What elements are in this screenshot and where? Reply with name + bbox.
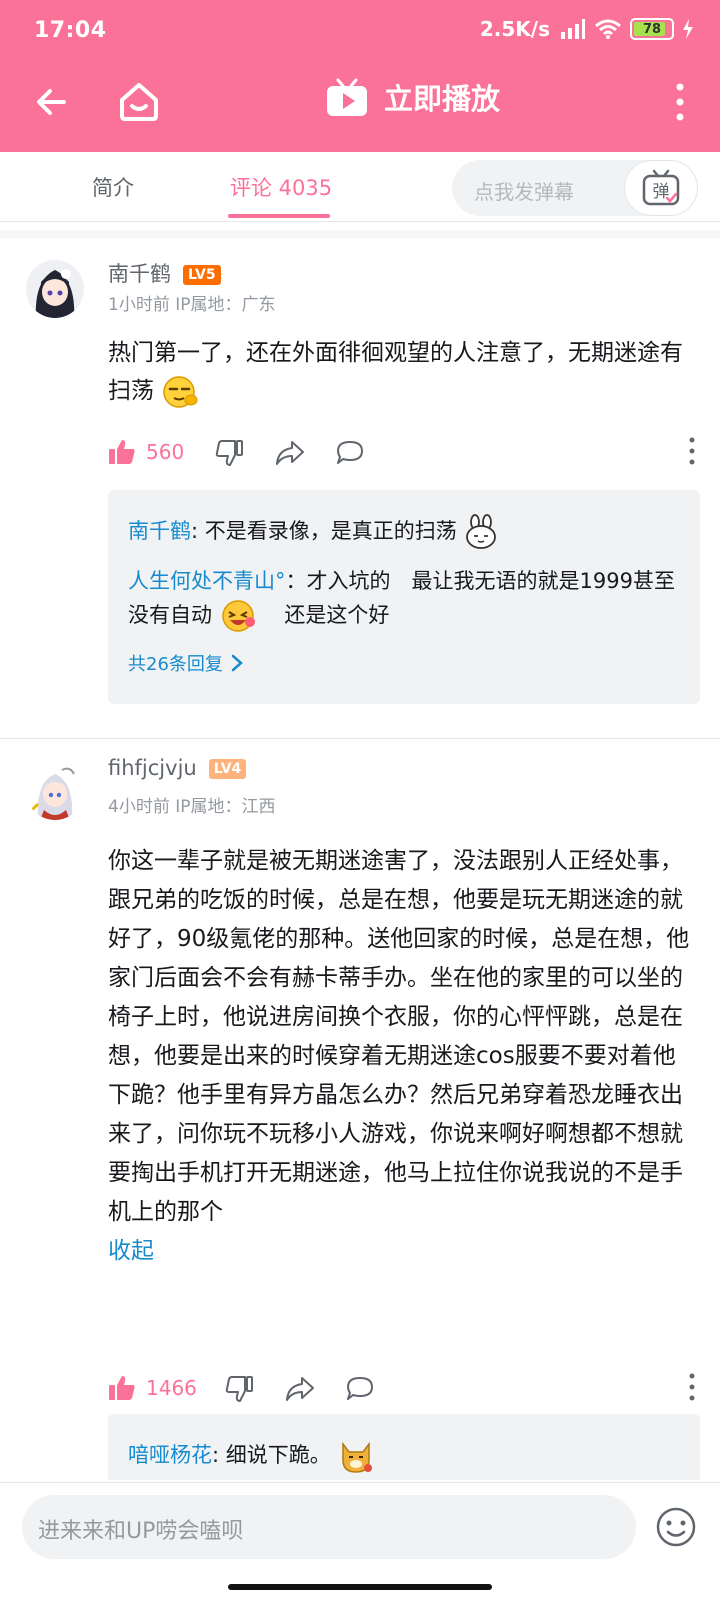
comment-more-icon[interactable] — [688, 436, 696, 466]
danmaku-input[interactable]: 点我发弹幕 弹 — [452, 160, 698, 216]
comment-input-placeholder: 进来来和UP唠会嗑呗 — [38, 1519, 244, 1544]
status-bar: 17:04 2.5K/s 78 — [0, 0, 720, 62]
play-now-button[interactable]: 立即播放 — [326, 76, 500, 118]
status-time: 17:04 — [34, 18, 107, 43]
comment-divider — [0, 738, 720, 739]
thumbs-up-icon — [109, 1376, 135, 1400]
danmaku-toggle-button[interactable]: 弹 — [624, 160, 698, 216]
comment-actions: 560 — [108, 434, 700, 474]
comment-text: 热门第一了，还在外面徘徊观望的人注意了，无期迷途有扫荡 — [108, 334, 698, 410]
home-indicator[interactable] — [228, 1584, 492, 1590]
reply-count-label: 共26条回复 — [128, 654, 223, 675]
laughing-emoji-icon — [221, 600, 255, 632]
username-text[interactable]: 南千鹤 — [108, 262, 171, 286]
thumbs-up-icon — [109, 440, 135, 464]
status-indicators: 2.5K/s 78 — [480, 17, 694, 41]
reply-separator: ： — [285, 569, 307, 593]
bunny-emoji-icon — [466, 514, 497, 549]
top-app-bar: 17:04 2.5K/s 78 立即播放 — [0, 0, 720, 152]
comment-text: 你这一辈子就是被无期迷途害了，没法跟别人正经处事，跟兄弟的吃饭的时候，总是在想，… — [108, 842, 698, 1271]
view-all-replies-link[interactable]: 共26条回复 — [128, 650, 243, 676]
network-speed: 2.5K/s — [479, 17, 550, 41]
comment-meta: 4小时前 IP属地：江西 — [108, 792, 276, 817]
reply-username[interactable]: 人生何处不青山° — [128, 569, 286, 593]
share-icon[interactable] — [284, 1374, 316, 1404]
comment-username[interactable]: 南千鹤 LV5 — [108, 258, 221, 288]
comment-time: 1小时前 — [108, 295, 170, 315]
comment-ip: IP属地：江西 — [175, 797, 276, 817]
comment-username[interactable]: fihfjcjvju LV4 — [108, 756, 247, 780]
back-arrow-icon[interactable] — [30, 80, 74, 124]
doge-emoji-icon — [342, 1441, 373, 1473]
username-text[interactable]: fihfjcjvju — [108, 756, 197, 780]
comment-input[interactable]: 进来来和UP唠会嗑呗 — [22, 1495, 636, 1559]
signal-icon — [561, 19, 585, 39]
tab-comments[interactable]: 评论 4035 — [230, 172, 332, 202]
smug-emoji-icon — [163, 375, 198, 408]
reply-item: 人生何处不青山°：才入坑的 最让我无语的就是1999甚至没有自动 还是这个好 — [128, 564, 688, 634]
tv-play-icon — [327, 78, 367, 116]
active-tab-indicator — [228, 214, 330, 218]
danmaku-tv-icon: 弹 — [642, 169, 680, 206]
reply-separator: : — [191, 519, 205, 543]
avatar[interactable] — [26, 260, 84, 318]
share-icon[interactable] — [274, 438, 306, 468]
tab-bar: 简介 评论 4035 点我发弹幕 弹 — [0, 152, 720, 222]
comment-item: fihfjcjvju LV4 4小时前 IP属地：江西 你这一辈子就是被无期迷途害… — [0, 740, 720, 1480]
nav-bar: 立即播放 — [0, 62, 720, 152]
comment-meta: 1小时前 IP属地：广东 — [108, 290, 276, 315]
tab-intro[interactable]: 简介 — [92, 172, 134, 202]
comment-time: 4小时前 — [108, 797, 170, 817]
like-count: 560 — [146, 440, 185, 464]
chevron-right-icon — [231, 654, 243, 672]
comment-item: 南千鹤 LV5 1小时前 IP属地：广东 热门第一了，还在外面徘徊观望的人注意了，… — [0, 238, 720, 738]
charging-icon — [683, 19, 693, 39]
bottom-comment-bar: 进来来和UP唠会嗑呗 — [0, 1482, 720, 1600]
level-badge: LV5 — [183, 265, 221, 285]
emoji-picker-icon[interactable] — [654, 1505, 698, 1549]
danmaku-placeholder: 点我发弹幕 — [474, 180, 574, 204]
more-vertical-icon[interactable] — [674, 82, 686, 122]
reply-text: 细说下跪。 — [225, 1443, 331, 1467]
reply-preview-box[interactable]: 喑哑杨花: 细说下跪。 — [108, 1414, 700, 1480]
battery-level: 78 — [642, 21, 662, 37]
collapse-link[interactable]: 收起 — [108, 1238, 154, 1264]
comment-actions: 1466 — [108, 1370, 700, 1410]
reply-item: 喑哑杨花: 细说下跪。 — [128, 1438, 688, 1474]
battery-icon: 78 — [630, 18, 674, 40]
reply-bubble-icon[interactable] — [344, 1374, 376, 1404]
comment-more-icon[interactable] — [688, 1372, 696, 1402]
wifi-icon — [595, 19, 621, 39]
reply-bubble-icon[interactable] — [334, 438, 366, 468]
reply-username[interactable]: 南千鹤 — [128, 519, 191, 543]
avatar[interactable] — [26, 762, 84, 820]
reply-text-tail: 还是这个好 — [263, 603, 390, 627]
play-now-label: 立即播放 — [384, 82, 501, 116]
reply-separator: : — [212, 1443, 226, 1467]
like-button[interactable]: 1466 — [108, 1374, 197, 1402]
level-badge: LV4 — [208, 759, 247, 779]
thumbs-down-icon[interactable] — [224, 1374, 254, 1404]
thumbs-down-icon[interactable] — [214, 438, 244, 468]
section-separator — [0, 230, 720, 238]
reply-preview-box[interactable]: 南千鹤: 不是看录像，是真正的扫荡 人生何处不青山°：才入坑的 最让我无语的就是… — [108, 490, 700, 704]
reply-item: 南千鹤: 不是看录像，是真正的扫荡 — [128, 514, 688, 550]
home-icon[interactable] — [116, 78, 162, 124]
comment-body: 你这一辈子就是被无期迷途害了，没法跟别人正经处事，跟兄弟的吃饭的时候，总是在想，… — [108, 848, 690, 1225]
comment-ip: IP属地：广东 — [175, 295, 276, 315]
reply-text: 不是看录像，是真正的扫荡 — [204, 519, 457, 543]
like-button[interactable]: 560 — [108, 438, 184, 466]
reply-username[interactable]: 喑哑杨花 — [128, 1443, 212, 1467]
like-count: 1466 — [146, 1376, 197, 1400]
